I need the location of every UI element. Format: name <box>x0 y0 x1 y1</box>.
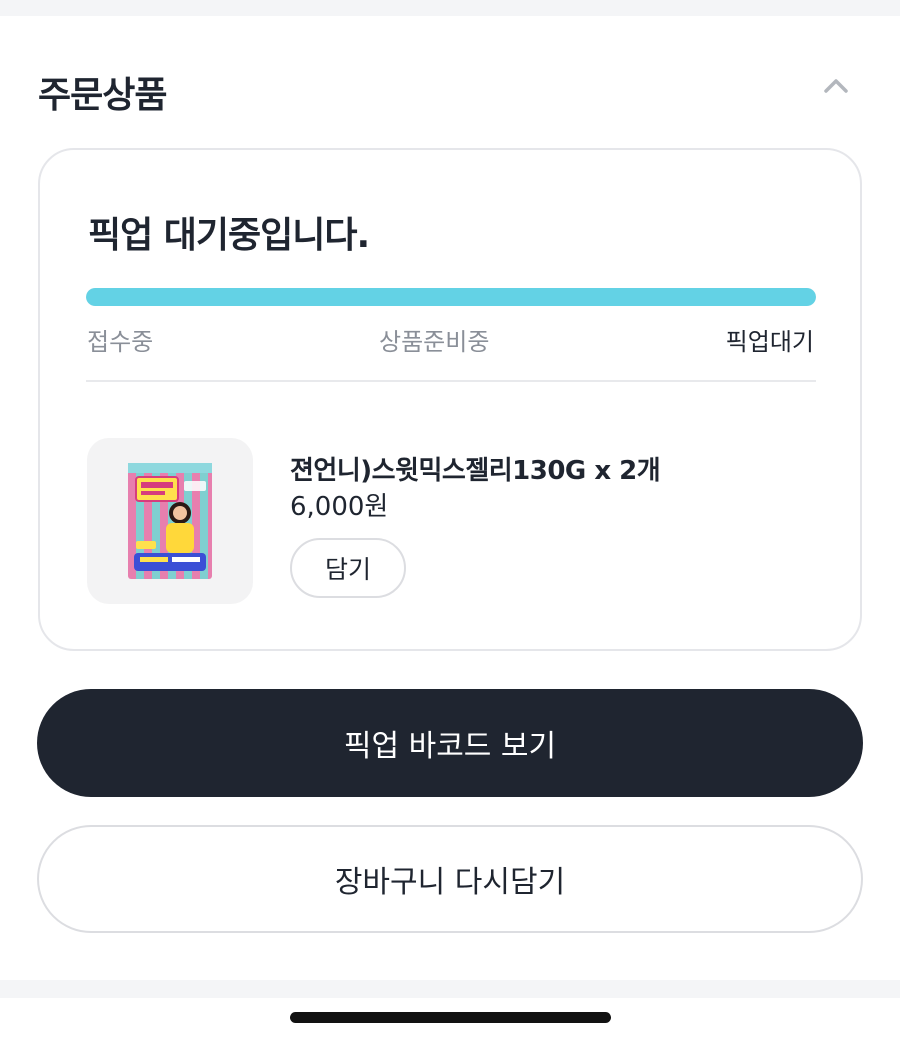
jelly-package-image <box>128 463 212 579</box>
order-progress-bar <box>86 288 816 306</box>
product-thumbnail[interactable] <box>87 438 253 604</box>
product-price: 6,000원 <box>290 492 389 522</box>
order-progress-fill <box>86 288 816 306</box>
order-items-header: 주문상품 <box>38 62 864 116</box>
order-status-card: 픽업 대기중입니다. 접수중 상품준비중 픽업대기 젼언니)스윗믹스젤리130G… <box>38 148 862 651</box>
step-received: 접수중 <box>87 328 154 356</box>
bottom-separator <box>0 980 900 998</box>
re-add-to-cart-button[interactable]: 장바구니 다시담기 <box>37 825 863 933</box>
section-title: 주문상품 <box>38 75 167 116</box>
home-indicator[interactable] <box>290 1012 611 1023</box>
view-pickup-barcode-button[interactable]: 픽업 바코드 보기 <box>37 689 863 797</box>
top-separator <box>0 0 900 16</box>
product-name[interactable]: 젼언니)스윗믹스젤리130G x 2개 <box>290 450 661 487</box>
add-to-cart-button[interactable]: 담기 <box>290 538 406 598</box>
pickup-status-headline: 픽업 대기중입니다. <box>88 215 370 256</box>
step-preparing: 상품준비중 <box>379 328 490 356</box>
card-divider <box>86 380 816 382</box>
step-pickup-waiting: 픽업대기 <box>725 328 814 356</box>
chevron-up-icon[interactable] <box>818 68 854 104</box>
